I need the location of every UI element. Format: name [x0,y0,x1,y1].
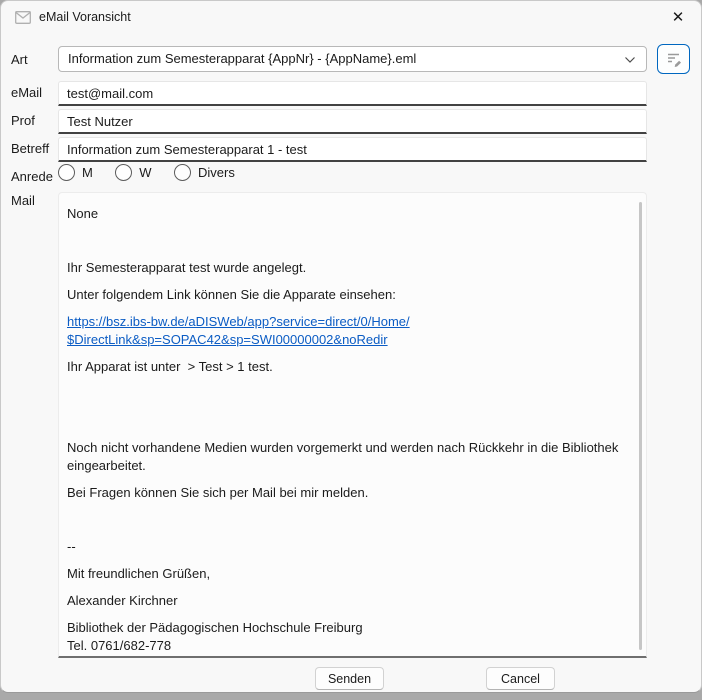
email-label: eMail [11,85,42,100]
mail-paragraph: Noch nicht vorhandene Medien wurden vorg… [67,439,630,475]
mail-paragraph [67,385,630,403]
art-template-combobox[interactable]: Information zum Semesterapparat {AppNr} … [58,46,647,72]
mail-paragraph: https://bsz.ibs-bw.de/aDISWeb/app?servic… [67,313,630,349]
radio-option-m[interactable]: M [58,164,93,181]
semesterapparat-link[interactable]: https://bsz.ibs-bw.de/aDISWeb/app?servic… [67,314,410,347]
radio-option-w[interactable]: W [115,164,151,181]
mail-paragraph: -- [67,538,630,556]
mail-paragraph [67,511,630,529]
mail-paragraph: Bibliothek der Pädagogischen Hochschule … [67,619,630,655]
title-bar: eMail Voransicht ✕ [1,1,701,34]
radio-circle-icon[interactable] [58,164,75,181]
anrede-label: Anrede [11,169,53,184]
mail-paragraph: Unter folgendem Link können Sie die Appa… [67,286,630,304]
chevron-down-icon [624,55,636,65]
scrollbar-thumb[interactable] [639,202,642,650]
mail-paragraph [67,232,630,250]
mail-paragraph [67,412,630,430]
radio-label: W [139,165,151,180]
prof-label: Prof [11,113,35,128]
mail-body: None Ihr Semesterapparat test wurde ange… [67,205,630,655]
close-icon[interactable]: ✕ [661,4,695,32]
radio-label: Divers [198,165,235,180]
mail-body-editor[interactable]: None Ihr Semesterapparat test wurde ange… [58,192,647,658]
mail-paragraph: None [67,205,630,223]
mail-label: Mail [11,193,35,208]
cancel-button[interactable]: Cancel [486,667,555,690]
send-button[interactable]: Senden [315,667,384,690]
betreff-field[interactable] [58,137,647,162]
edit-text-icon [665,50,683,68]
envelope-icon [15,11,31,24]
art-selected-value: Information zum Semesterapparat {AppNr} … [68,51,416,66]
betreff-label: Betreff [11,141,49,156]
mail-paragraph: Alexander Kirchner [67,592,630,610]
radio-circle-icon[interactable] [115,164,132,181]
radio-circle-icon[interactable] [174,164,191,181]
mail-paragraph: Ihr Semesterapparat test wurde angelegt. [67,259,630,277]
mail-paragraph: Bei Fragen können Sie sich per Mail bei … [67,484,630,502]
mail-paragraph: Ihr Apparat ist unter > Test > 1 test. [67,358,630,376]
radio-option-divers[interactable]: Divers [174,164,235,181]
email-field[interactable] [58,81,647,106]
email-preview-dialog: eMail Voransicht ✕ Art Information zum S… [0,0,702,693]
prof-field[interactable] [58,109,647,134]
edit-template-button[interactable] [657,44,690,74]
window-title: eMail Voransicht [39,10,131,24]
mail-paragraph: Mit freundlichen Grüßen, [67,565,630,583]
anrede-radio-group: M W Divers [58,164,253,184]
art-label: Art [11,52,28,67]
radio-label: M [82,165,93,180]
